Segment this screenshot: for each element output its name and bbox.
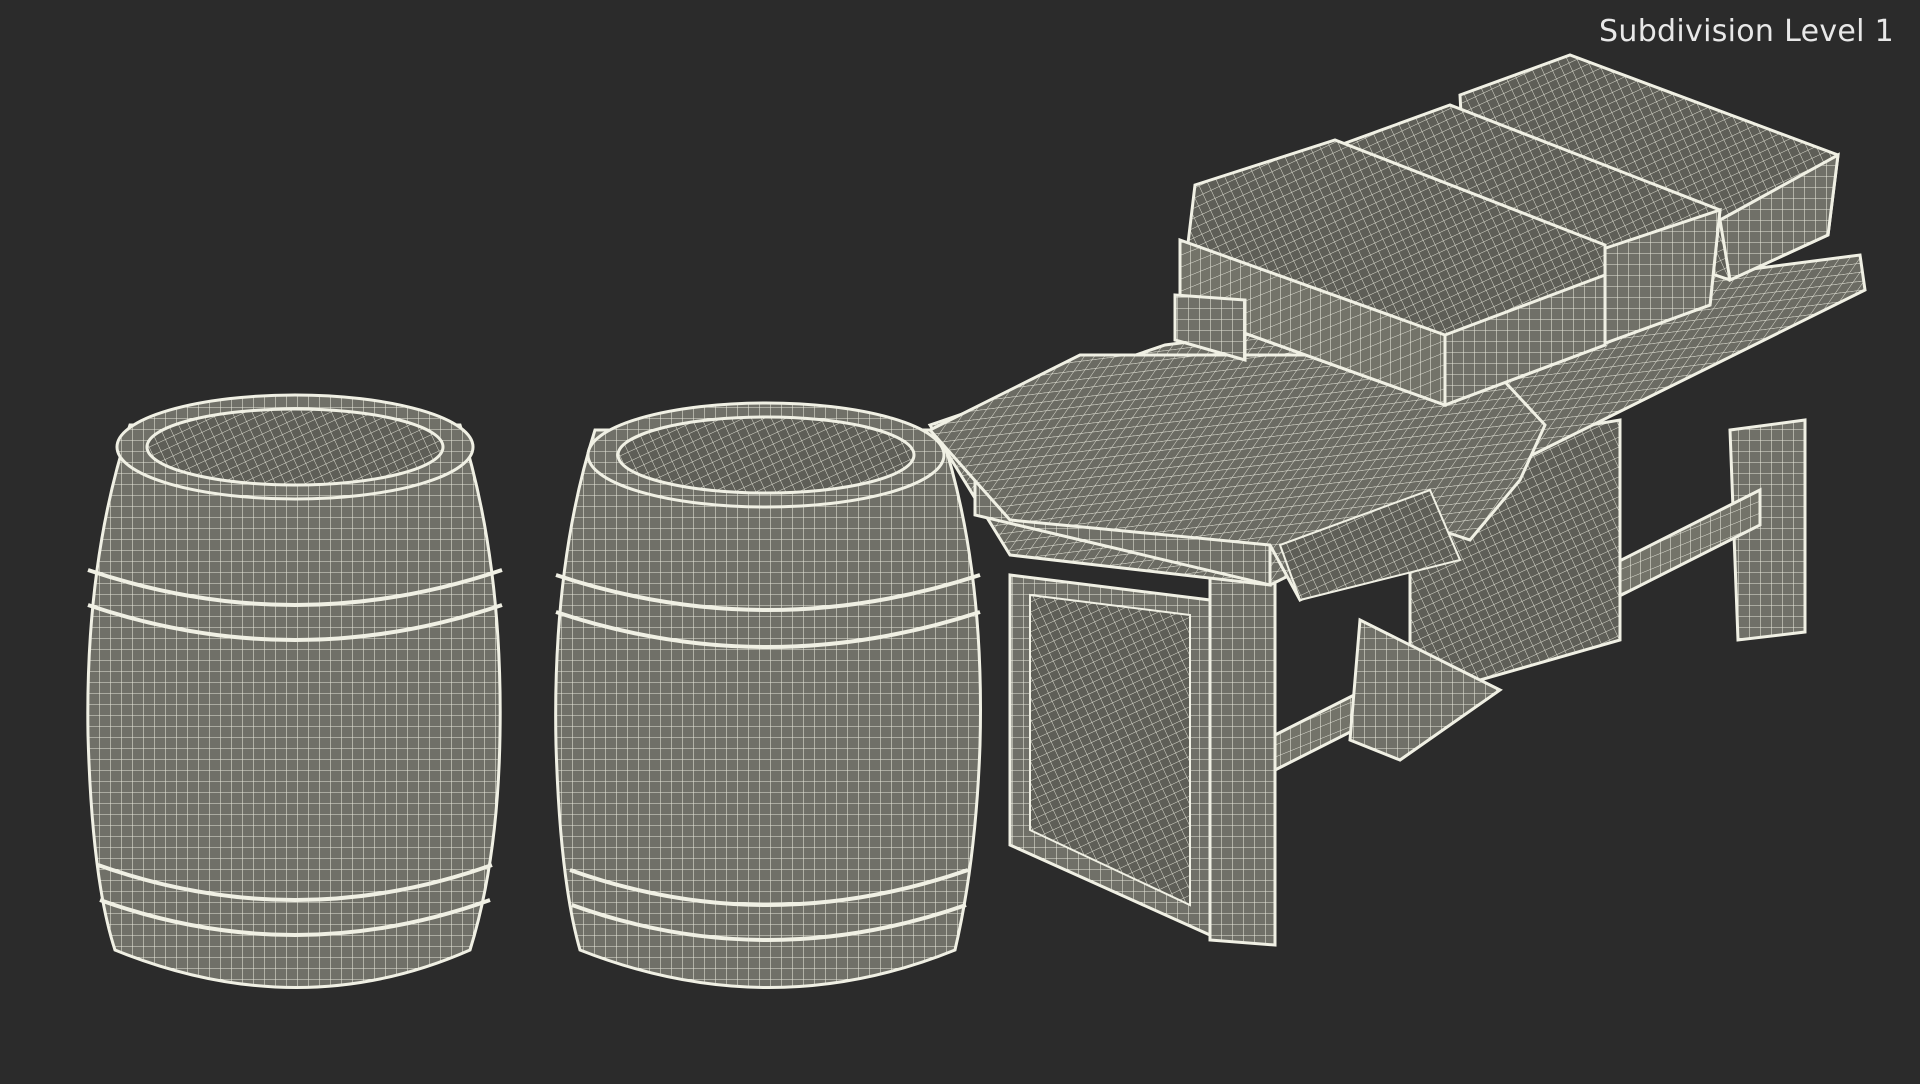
subdivision-level-label: Subdivision Level 1 (1599, 14, 1894, 49)
barrel-left (86, 393, 503, 989)
render-viewport (0, 0, 1920, 1080)
barrel-right (554, 401, 982, 989)
